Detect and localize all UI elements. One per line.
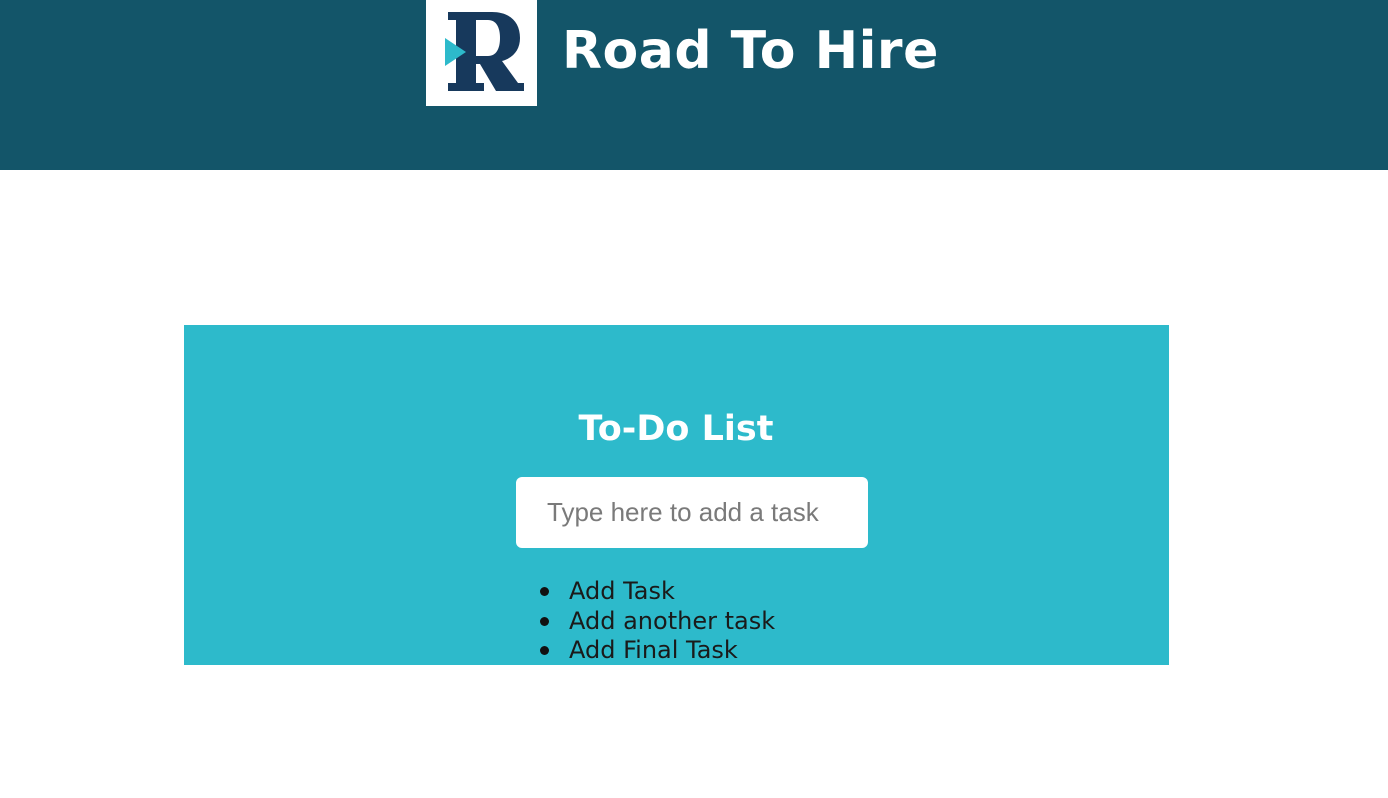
task-label: Add Task (569, 577, 675, 605)
site-header: Road To Hire (0, 0, 1388, 170)
brand-name: Road To Hire (562, 21, 939, 81)
brand-logo[interactable] (426, 0, 537, 106)
task-label: Add another task (569, 606, 776, 635)
bullet-icon (540, 616, 549, 626)
r-logo-icon (445, 12, 524, 91)
bullet-icon (540, 587, 549, 596)
task-input[interactable] (516, 477, 868, 548)
bullet-icon (540, 646, 549, 655)
todo-title: To-Do List (578, 409, 774, 449)
task-label: Add Final Task (569, 636, 738, 664)
